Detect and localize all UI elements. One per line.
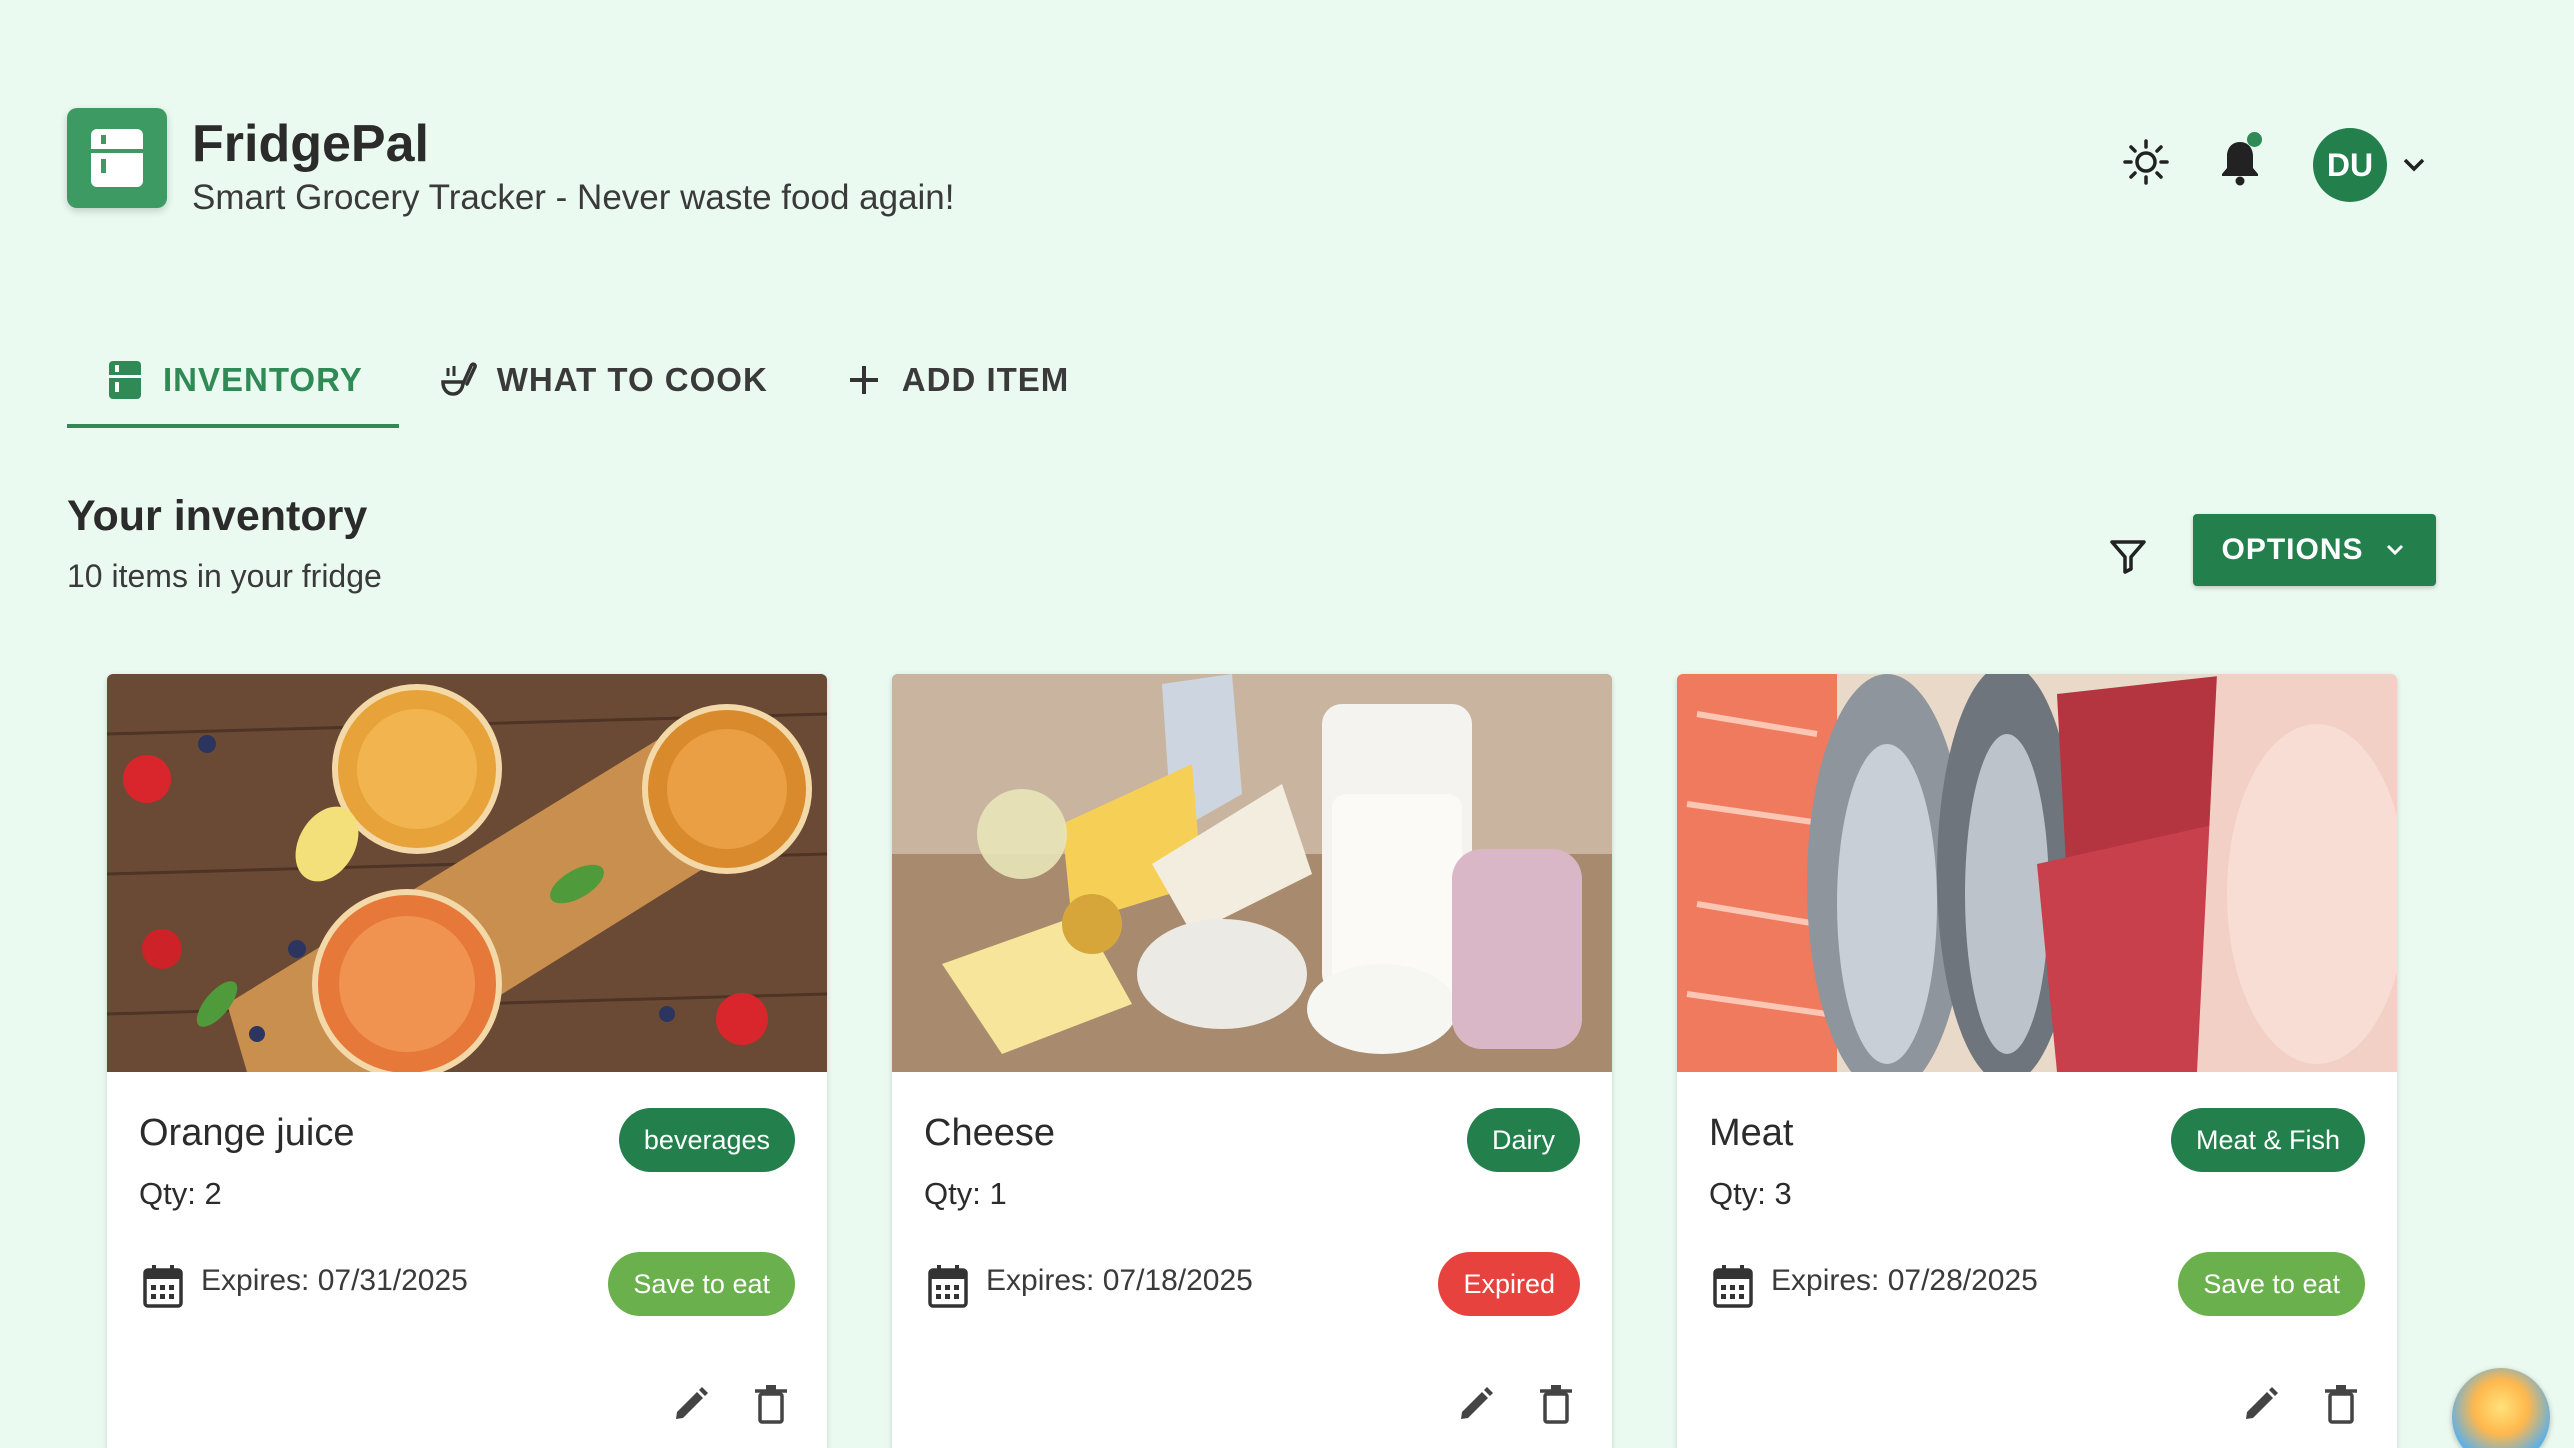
inventory-count: 10 items in your fridge [67,558,382,594]
item-image [892,674,1612,1072]
calendar-icon [1713,1264,1753,1308]
chevron-down-icon[interactable] [2397,148,2431,182]
app-subtitle: Smart Grocery Tracker - Never waste food… [192,178,955,217]
expiry-date: Expires: 07/28/2025 [1771,1264,2038,1297]
bell-icon[interactable] [2214,132,2266,188]
sun-icon[interactable] [2120,136,2172,188]
fridge-logo-icon [67,108,167,208]
item-image [107,674,827,1072]
status-chip: Save to eat [608,1252,795,1316]
app-title: FridgePal [192,115,429,173]
fridge-icon [105,360,145,400]
item-card: Orange juice beverages Qty: 2 Expires: 0… [107,674,827,1448]
notification-dot [2247,132,2262,147]
tab-add-item[interactable]: ADD ITEM [804,330,1106,430]
category-chip: Dairy [1466,1108,1580,1172]
options-label: OPTIONS [2221,533,2364,566]
tab-label: ADD ITEM [901,361,1070,398]
item-quantity: Qty: 1 [924,1176,1007,1211]
trash-icon[interactable] [2317,1380,2365,1428]
floating-assistant-icon[interactable] [2452,1368,2550,1448]
chevron-down-icon [2386,544,2403,556]
calendar-icon [143,1264,183,1308]
avatar[interactable]: DU [2313,128,2387,202]
item-name: Meat [1709,1112,1794,1154]
expiry-date: Expires: 07/18/2025 [986,1264,1253,1297]
tab-inventory[interactable]: INVENTORY [67,330,399,430]
item-card: Meat Meat & Fish Qty: 3 Expires: 07/28/2… [1677,674,2397,1448]
category-chip: beverages [618,1108,795,1172]
item-quantity: Qty: 3 [1709,1176,1792,1211]
item-name: Cheese [924,1112,1055,1154]
options-button[interactable]: OPTIONS [2193,514,2436,586]
item-quantity: Qty: 2 [139,1176,222,1211]
main-tabs: INVENTORY WHAT TO COOK ADD ITEM [67,330,1105,430]
inventory-title: Your inventory [67,492,368,540]
edit-icon[interactable] [2237,1380,2285,1428]
status-chip: Expired [1438,1252,1580,1316]
status-chip: Save to eat [2178,1252,2365,1316]
item-image [1677,674,2397,1072]
tab-label: INVENTORY [163,361,363,398]
tab-label: WHAT TO COOK [496,361,768,398]
item-card: Cheese Dairy Qty: 1 Expires: 07/18/2025 … [892,674,1612,1448]
calendar-icon [928,1264,968,1308]
ladle-icon [439,360,479,400]
edit-icon[interactable] [1452,1380,1500,1428]
trash-icon[interactable] [747,1380,795,1428]
app-header: FridgePal Smart Grocery Tracker - Never … [67,108,2574,218]
item-name: Orange juice [139,1112,355,1154]
tab-what-to-cook[interactable]: WHAT TO COOK [399,330,804,430]
edit-icon[interactable] [667,1380,715,1428]
expiry-date: Expires: 07/31/2025 [201,1264,468,1297]
trash-icon[interactable] [1532,1380,1580,1428]
category-chip: Meat & Fish [2170,1108,2365,1172]
filter-icon[interactable] [2100,528,2156,584]
plus-icon [844,360,884,400]
